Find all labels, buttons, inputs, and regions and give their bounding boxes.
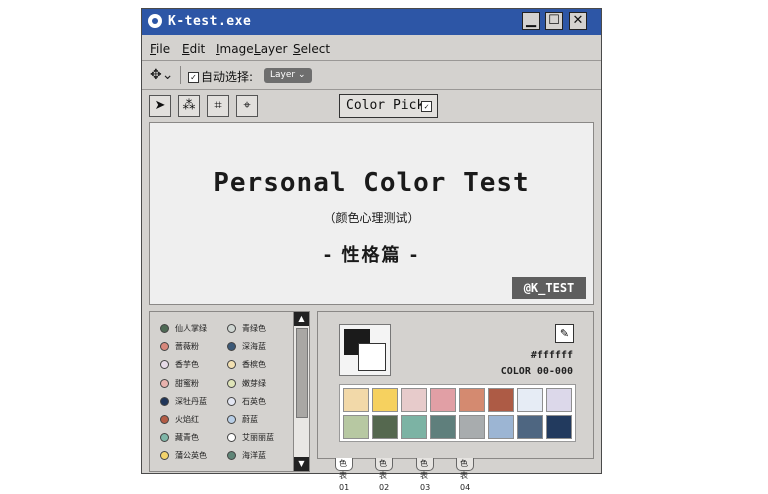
- color-dot-icon: [160, 324, 169, 333]
- minimize-button[interactable]: ▁: [522, 12, 540, 30]
- palette-swatch[interactable]: [459, 388, 485, 412]
- app-icon: [148, 14, 162, 28]
- menu-select[interactable]: Select: [293, 42, 330, 56]
- palette-swatch[interactable]: [401, 388, 427, 412]
- scroll-thumb[interactable]: [296, 328, 308, 418]
- color-dot-icon: [160, 378, 169, 388]
- color-dot-icon: [227, 342, 236, 352]
- menu-bar: File Edit Image Layer Select: [142, 36, 601, 61]
- canvas-heading: - 性格篇 -: [323, 245, 420, 266]
- color-code-readout: COLOR 00-000: [500, 366, 573, 377]
- palette-panel: ✎ #ffffff COLOR 00-000: [317, 311, 594, 459]
- palette-swatch[interactable]: [430, 388, 456, 412]
- color-dot-icon: [160, 415, 169, 424]
- list-item-label: 嫩芽绿: [242, 378, 266, 388]
- list-item-label: 石英色: [242, 396, 266, 406]
- color-dot-icon: [227, 396, 236, 406]
- palette-swatch[interactable]: [488, 415, 514, 439]
- palette-swatch[interactable]: [546, 415, 572, 439]
- tab-2[interactable]: 色表02: [375, 458, 394, 492]
- color-dot-icon: [227, 378, 236, 388]
- menu-edit[interactable]: Edit: [182, 42, 205, 56]
- tab-3[interactable]: 色表03: [416, 458, 435, 492]
- palette-swatch[interactable]: [372, 388, 398, 412]
- color-list-panel: 仙人掌绿 青绿色蔷薇粉 深海蓝香芋色 香槟色甜蜜粉 嫩芽绿深牡丹蓝 石英色火焰红 蔚蓝藏青色…: [149, 311, 310, 472]
- hex-readout: #ffffff: [530, 350, 573, 361]
- magic-wand-tool-icon[interactable]: ⁂: [178, 95, 200, 117]
- list-item-label: 甜蜜粉: [175, 378, 199, 388]
- palette-swatch[interactable]: [517, 415, 543, 439]
- tool-row: ➤ ⁂ ⌗ ⌖ Color Pick ✓: [142, 91, 601, 121]
- eyedropper-icon[interactable]: ✎: [555, 324, 574, 343]
- maximize-button[interactable]: ☐: [545, 12, 563, 30]
- menu-image[interactable]: Image: [216, 42, 254, 56]
- palette-swatch[interactable]: [459, 415, 485, 439]
- color-dot-icon: [227, 324, 236, 333]
- color-pick-checkbox-icon: ✓: [421, 101, 432, 112]
- canvas-title: Personal Color Test: [213, 168, 530, 198]
- layer-dropdown[interactable]: Layer ⌄: [264, 68, 312, 83]
- window-title: K-test.exe: [168, 14, 252, 29]
- auto-select-label: 自动选择:: [201, 70, 254, 84]
- menu-layer[interactable]: Layer: [254, 42, 287, 56]
- list-scrollbar[interactable]: ▲ ▼: [293, 312, 309, 471]
- list-item-label: 蔷薇粉: [175, 342, 199, 352]
- close-button[interactable]: ✕: [569, 12, 587, 30]
- move-tool-icon[interactable]: ✥⌄: [150, 67, 173, 83]
- auto-select-checkbox[interactable]: ✓ 自动选择:: [188, 68, 253, 85]
- palette-swatch[interactable]: [488, 388, 514, 412]
- list-item-label: 蒲公英色: [175, 451, 207, 461]
- list-item-label: 香芋色: [175, 360, 199, 370]
- palette-swatch[interactable]: [430, 415, 456, 439]
- color-dot-icon: [160, 433, 169, 443]
- list-item-label: 深海蓝: [242, 342, 266, 352]
- list-item-label: 艾丽丽蓝: [242, 433, 274, 443]
- palette-swatch[interactable]: [546, 388, 572, 412]
- options-bar: ✥⌄ ✓ 自动选择: Layer ⌄: [142, 61, 601, 90]
- list-item-label: 藏青色: [175, 433, 199, 443]
- list-item-label: 香槟色: [242, 360, 266, 370]
- list-item-label: 仙人掌绿: [175, 324, 207, 333]
- color-list: 仙人掌绿 青绿色蔷薇粉 深海蓝香芋色 香槟色甜蜜粉 嫩芽绿深牡丹蓝 石英色火焰红 蔚蓝藏青色…: [150, 312, 295, 471]
- canvas-subtitle: （颜色心理测试）: [323, 211, 420, 225]
- color-dot-icon: [160, 396, 169, 406]
- palette-swatch[interactable]: [372, 415, 398, 439]
- canvas-badge: @K_TEST: [512, 277, 586, 299]
- palette-swatch[interactable]: [343, 388, 369, 412]
- color-dot-icon: [160, 360, 169, 370]
- palette-swatch[interactable]: [343, 415, 369, 439]
- canvas: Personal Color Test （颜色心理测试） - 性格篇 - @K_…: [149, 122, 594, 305]
- color-pick-label: Color Pick: [346, 98, 425, 113]
- color-preview[interactable]: [339, 324, 391, 376]
- list-item-label: 青绿色: [242, 324, 266, 333]
- target-tool-icon[interactable]: ⌖: [236, 95, 258, 117]
- list-item-label: 海洋蓝: [242, 451, 266, 461]
- list-item-label: 深牡丹蓝: [175, 396, 207, 406]
- background-swatch[interactable]: [358, 343, 386, 371]
- list-item-label: 蔚蓝: [242, 415, 258, 424]
- scroll-up-icon[interactable]: ▲: [294, 312, 309, 326]
- crop-tool-icon[interactable]: ⌗: [207, 95, 229, 117]
- checkbox-icon: ✓: [188, 72, 199, 83]
- color-dot-icon: [227, 433, 236, 443]
- app-window: K-test.exe ▁ ☐ ✕ File Edit Image Layer S…: [141, 8, 602, 492]
- color-dot-icon: [227, 360, 236, 370]
- pointer-tool-icon[interactable]: ➤: [149, 95, 171, 117]
- scroll-down-icon[interactable]: ▼: [294, 457, 309, 471]
- swatch-grid: [339, 384, 576, 442]
- options-divider: [180, 66, 181, 84]
- tab-4[interactable]: 色表04: [456, 458, 475, 492]
- palette-swatch[interactable]: [401, 415, 427, 439]
- tab-1[interactable]: 色表01: [335, 458, 354, 492]
- palette-swatch[interactable]: [517, 388, 543, 412]
- title-bar[interactable]: K-test.exe ▁ ☐ ✕: [142, 9, 601, 35]
- color-dot-icon: [160, 451, 169, 461]
- menu-file[interactable]: File: [150, 42, 170, 56]
- color-dot-icon: [160, 342, 169, 352]
- color-dot-icon: [227, 451, 236, 461]
- color-dot-icon: [227, 415, 236, 424]
- list-item-label: 火焰红: [175, 415, 199, 424]
- color-pick-button[interactable]: Color Pick ✓: [339, 94, 438, 118]
